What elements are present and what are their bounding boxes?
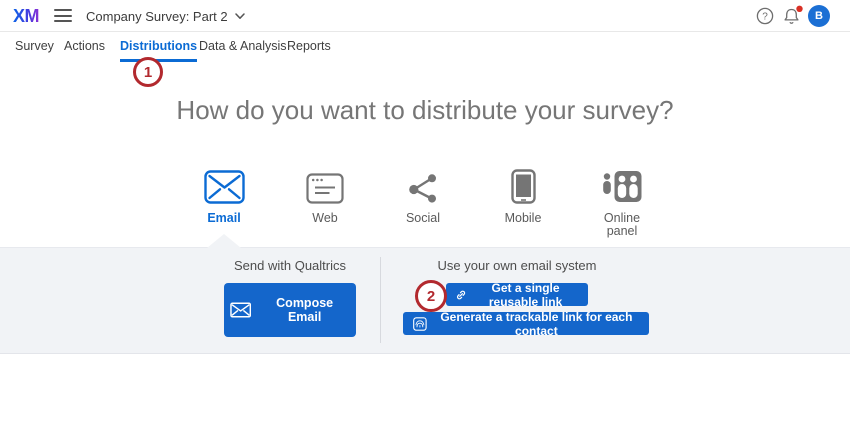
own-email-system-header: Use your own email system xyxy=(427,258,607,273)
channel-online-panel-label: Online panel xyxy=(598,212,646,238)
notification-dot xyxy=(796,6,802,12)
web-icon xyxy=(306,173,344,204)
channel-online-panel[interactable]: Online panel xyxy=(576,164,668,238)
bell-icon xyxy=(782,5,804,26)
channel-email[interactable]: Email xyxy=(178,164,270,225)
channel-social-label: Social xyxy=(377,212,469,225)
qualtrics-distributions-page: XM Company Survey: Part 2 ? B xyxy=(0,0,850,425)
top-bar: XM Company Survey: Part 2 ? B xyxy=(0,0,850,32)
tab-distributions[interactable]: Distributions xyxy=(120,39,197,62)
compose-email-button[interactable]: Compose Email xyxy=(224,283,356,337)
chevron-down-icon xyxy=(235,13,245,20)
notifications-button[interactable] xyxy=(782,5,804,26)
link-icon xyxy=(456,288,466,302)
step-1-annotation: 1 xyxy=(133,57,163,87)
survey-title: Company Survey: Part 2 xyxy=(86,9,228,24)
generate-trackable-link-button[interactable]: Generate a trackable link for each conta… xyxy=(403,312,649,335)
online-panel-icon xyxy=(602,169,642,204)
compose-email-label: Compose Email xyxy=(259,296,350,324)
channel-email-label: Email xyxy=(178,212,270,225)
selected-channel-caret xyxy=(207,234,241,248)
panel-divider xyxy=(380,257,381,343)
channel-social[interactable]: Social xyxy=(377,164,469,225)
get-single-link-label: Get a single reusable link xyxy=(473,281,578,309)
send-with-qualtrics-header: Send with Qualtrics xyxy=(200,258,380,273)
tab-data-analysis[interactable]: Data & Analysis xyxy=(199,39,287,59)
share-icon xyxy=(407,172,439,204)
avatar[interactable]: B xyxy=(808,5,830,27)
channel-mobile-label: Mobile xyxy=(477,212,569,225)
help-button[interactable]: ? xyxy=(756,7,774,25)
survey-switcher[interactable]: Company Survey: Part 2 xyxy=(86,0,245,32)
envelope-icon xyxy=(230,302,251,318)
channel-mobile[interactable]: Mobile xyxy=(477,164,569,225)
channel-web[interactable]: Web xyxy=(279,164,371,225)
svg-text:?: ? xyxy=(762,12,768,23)
generate-trackable-link-label: Generate a trackable link for each conta… xyxy=(434,310,639,338)
xm-logo: XM xyxy=(13,6,39,27)
fingerprint-icon xyxy=(413,316,427,332)
tab-survey[interactable]: Survey xyxy=(15,39,54,59)
mobile-icon xyxy=(511,169,536,204)
email-icon xyxy=(204,170,245,204)
get-single-link-button[interactable]: Get a single reusable link xyxy=(446,283,588,306)
hamburger-menu-icon[interactable] xyxy=(54,9,72,22)
page-title: How do you want to distribute your surve… xyxy=(0,95,850,126)
question-mark-icon: ? xyxy=(756,7,774,25)
tab-reports[interactable]: Reports xyxy=(287,39,331,59)
tab-actions[interactable]: Actions xyxy=(64,39,105,59)
channel-web-label: Web xyxy=(279,212,371,225)
step-2-annotation: 2 xyxy=(415,280,447,312)
main-nav: Survey Actions Distributions Data & Anal… xyxy=(0,33,850,61)
